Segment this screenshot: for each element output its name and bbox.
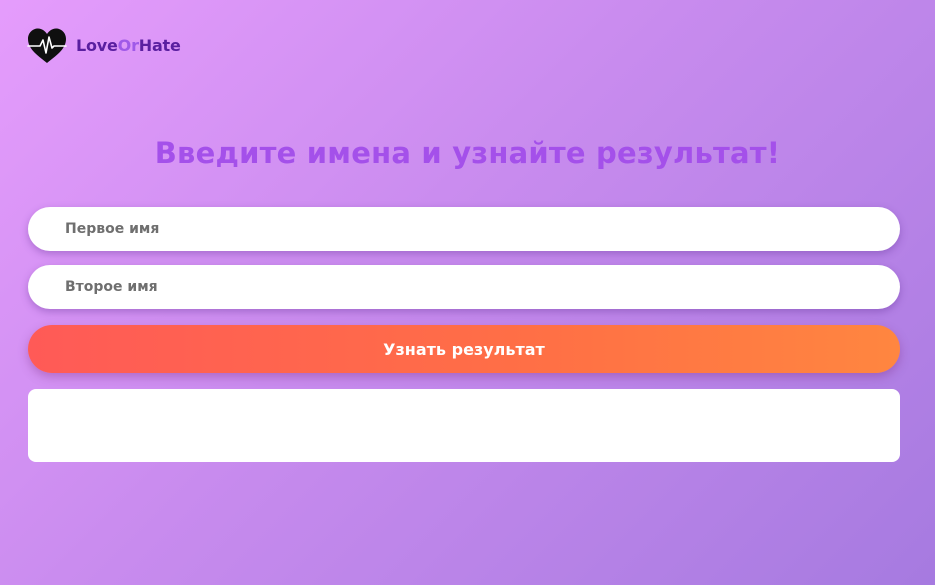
heart-pulse-icon [27,28,67,63]
result-box [28,389,900,462]
logo-text-hate: Hate [138,36,181,55]
page-heading: Введите имена и узнайте результат! [154,136,781,170]
logo-text: LoveOrHate [76,38,181,54]
get-result-button[interactable]: Узнать результат [28,325,900,373]
logo[interactable]: LoveOrHate [27,27,181,65]
second-name-input[interactable] [28,265,900,309]
logo-text-or: Or [117,36,139,55]
logo-text-love: Love [76,36,118,55]
first-name-input[interactable] [28,207,900,251]
